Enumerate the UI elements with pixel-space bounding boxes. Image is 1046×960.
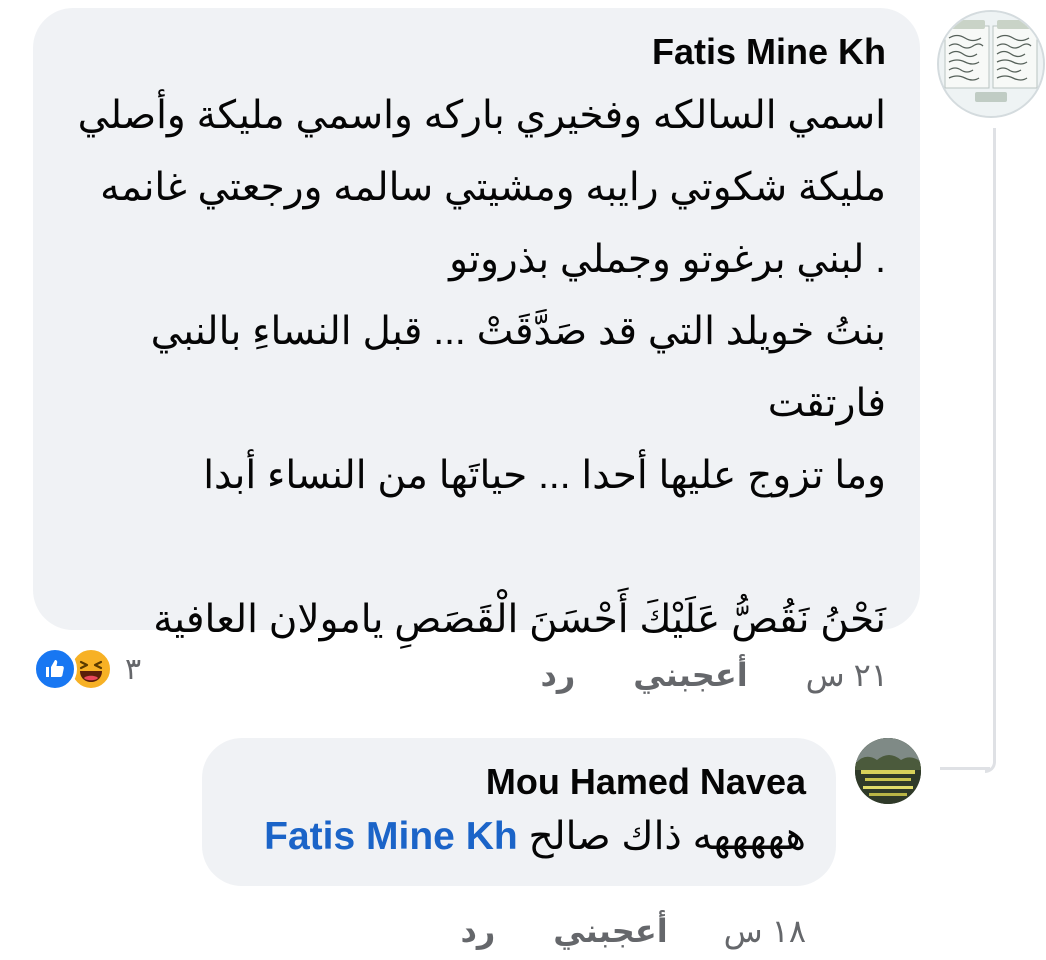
comment-timestamp[interactable]: ١٨ س xyxy=(724,912,806,950)
avatar[interactable] xyxy=(855,738,921,804)
comment-thread: Fatis Mine Kh اسمي السالكه وفخيري باركه … xyxy=(0,0,1046,960)
comment-author-name[interactable]: Mou Hamed Navea xyxy=(232,760,806,804)
comment-timestamp[interactable]: ٢١ س xyxy=(806,656,888,694)
thread-connector-branch xyxy=(940,767,990,770)
comment-text-line: فارتقت xyxy=(767,382,886,425)
comment-text-line: وما تزوج عليها أحدا ... حياتَها من النسا… xyxy=(203,454,886,497)
comment-text-line: نَحْنُ نَقُصُّ عَلَيْكَ أَحْسَنَ الْقَصَ… xyxy=(153,598,886,641)
comment-author-name[interactable]: Fatis Mine Kh xyxy=(73,30,886,74)
like-icon xyxy=(33,647,77,691)
reply-button[interactable]: رد xyxy=(540,656,575,694)
comment-actions: ٢١ س أعجبني رد xyxy=(540,656,888,694)
comment-text-line: مليكة شكوتي رايبه ومشيتي سالمه ورجعتي غا… xyxy=(100,166,886,209)
comment-text-body: هههههه ذاك صالح xyxy=(528,815,806,858)
mention-link[interactable]: Fatis Mine Kh xyxy=(264,815,518,858)
avatar[interactable] xyxy=(937,10,1045,118)
reply-bubble: Mou Hamed Navea هههههه ذاك صالح Fatis Mi… xyxy=(202,738,836,886)
comment-text: هههههه ذاك صالح Fatis Mine Kh xyxy=(232,808,806,866)
reaction-count: ٣ xyxy=(125,652,142,686)
like-button[interactable]: أعجبني xyxy=(553,912,667,950)
avatar-photo-image xyxy=(855,738,921,804)
comment-bubble: Fatis Mine Kh اسمي السالكه وفخيري باركه … xyxy=(33,8,920,641)
comment-text-line xyxy=(73,512,886,584)
comment-text-line: بنتُ خويلد التي قد صَدَّقَتْ ... قبل الن… xyxy=(150,310,886,353)
reply-actions: ١٨ س أعجبني رد xyxy=(460,912,806,950)
reply-button[interactable]: رد xyxy=(460,912,495,950)
avatar-calligraphy-image xyxy=(939,12,1043,116)
comment-text-line: اسمي السالكه وفخيري باركه واسمي مليكة وأ… xyxy=(77,94,886,137)
like-button[interactable]: أعجبني xyxy=(633,656,747,694)
comment-text: اسمي السالكه وفخيري باركه واسمي مليكة وأ… xyxy=(73,80,886,656)
comment-text-line: . لبني برغوتو وجملي بذروتو xyxy=(449,238,886,281)
thread-connector-line xyxy=(985,128,996,773)
reaction-summary[interactable]: ٣ xyxy=(33,647,141,691)
